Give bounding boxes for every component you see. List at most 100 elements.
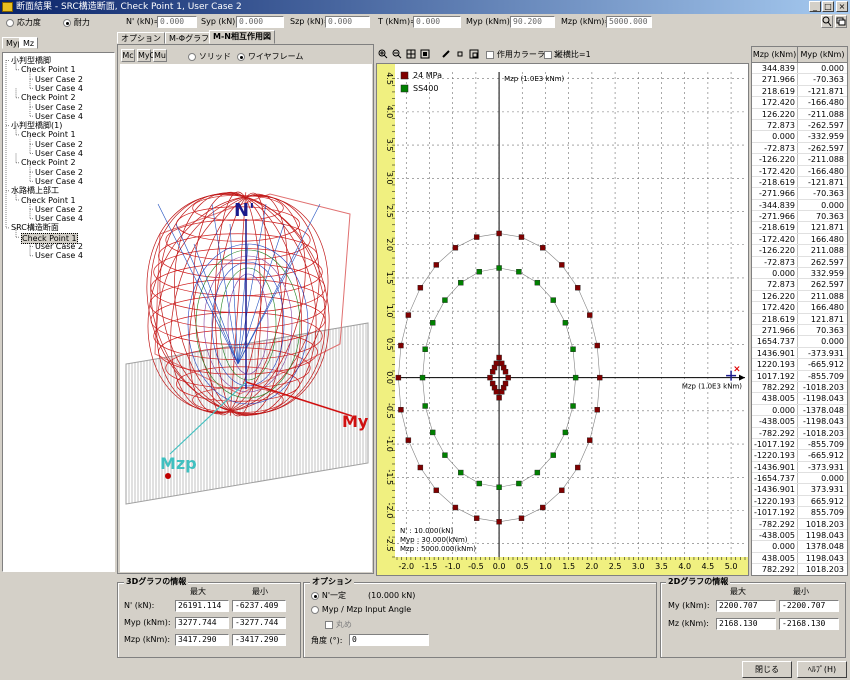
mn-interaction-chart[interactable]: -2.0 -1.5 -1.0 -0.5 0.0 0.5 1.0 1.5 2.0 2.5 3.0 3.5… bbox=[376, 63, 749, 576]
tree-item-section[interactable]: 小判型橋脚 bbox=[11, 56, 51, 65]
field-n[interactable]: 0.000 bbox=[157, 16, 197, 28]
square-icon[interactable] bbox=[455, 49, 465, 62]
values-table[interactable]: Mzp (kNm) Myp (kNm) 344.839 0.000 271.966-… bbox=[751, 46, 848, 576]
tree-item-usercase[interactable]: User Case 4 bbox=[35, 112, 83, 121]
table-row[interactable]: 72.873 262.597 bbox=[752, 279, 847, 291]
table-row[interactable]: 0.000 332.959 bbox=[752, 268, 847, 280]
zoom-out-icon[interactable] bbox=[392, 49, 402, 62]
close-window-button[interactable]: × bbox=[836, 1, 848, 12]
table-row[interactable]: -438.005 1198.043 bbox=[752, 530, 847, 542]
table-row[interactable]: 782.292 1018.203 bbox=[752, 564, 847, 575]
help-button[interactable]: ﾍﾙﾌﾟ(H) bbox=[797, 661, 847, 678]
table-row[interactable]: -1436.901 -373.931 bbox=[752, 461, 847, 474]
table-row[interactable]: -172.420 166.480 bbox=[752, 233, 847, 246]
tree-item-usercase[interactable]: User Case 4 bbox=[35, 177, 83, 186]
case-tree[interactable]: 小判型橋脚 Check Point 1 User Case 2 User Case 4… bbox=[2, 52, 115, 572]
field-t[interactable]: 0.000 bbox=[413, 16, 461, 28]
table-row[interactable]: -782.292 -1018.203 bbox=[752, 427, 847, 439]
check-aspect-ratio[interactable]: 縦横比=1 bbox=[544, 49, 591, 60]
table-row[interactable]: -271.966 70.363 bbox=[752, 211, 847, 223]
field-mzp[interactable]: 5000.000 bbox=[606, 16, 652, 28]
tree-item-usercase[interactable]: User Case 4 bbox=[35, 251, 83, 260]
tree-item-checkpoint[interactable]: Check Point 2 bbox=[21, 93, 76, 102]
maximize-button[interactable]: □ bbox=[822, 1, 834, 12]
table-row[interactable]: 782.292 -1018.203 bbox=[752, 381, 847, 394]
table-row[interactable]: 438.005 -1198.043 bbox=[752, 393, 847, 405]
copy-window-icon[interactable] bbox=[835, 15, 847, 28]
table-row[interactable]: -172.420 -166.480 bbox=[752, 165, 847, 177]
table-row[interactable]: 218.619 121.871 bbox=[752, 313, 847, 325]
radio-solid[interactable]: ソリッド bbox=[188, 51, 231, 62]
pen-icon[interactable] bbox=[441, 49, 451, 62]
close-button[interactable]: 閉じる bbox=[742, 661, 792, 678]
fit-icon[interactable] bbox=[406, 49, 416, 62]
table-row[interactable]: 1017.192 -855.709 bbox=[752, 370, 847, 382]
zoom-in-icon[interactable] bbox=[378, 49, 388, 62]
table-row[interactable]: 0.000 -1378.048 bbox=[752, 404, 847, 417]
frame-icon[interactable] bbox=[420, 49, 430, 62]
info2d-row-max[interactable]: 2168.130 bbox=[716, 618, 776, 630]
info3d-row-min[interactable]: -3277.744 bbox=[232, 617, 286, 629]
table-row[interactable]: 271.966 70.363 bbox=[752, 324, 847, 337]
table-row[interactable]: -126.220 -211.088 bbox=[752, 154, 847, 166]
tree-item-usercase[interactable]: User Case 2 bbox=[35, 103, 83, 112]
table-row[interactable]: -1436.901 373.931 bbox=[752, 484, 847, 496]
check-round[interactable]: 丸め bbox=[325, 619, 352, 630]
radio-input-angle[interactable]: Myp / Mzp Input Angle bbox=[311, 605, 411, 615]
table-row[interactable]: 1654.737 0.000 bbox=[752, 336, 847, 348]
tree-item-checkpoint[interactable]: Check Point 1 bbox=[21, 196, 76, 205]
table-row[interactable]: -1220.193 665.912 bbox=[752, 495, 847, 508]
table-row[interactable]: -1220.193 -665.912 bbox=[752, 450, 847, 462]
wireframe-3d-plot[interactable] bbox=[120, 64, 372, 572]
table-row[interactable]: 438.005 1198.043 bbox=[752, 552, 847, 565]
radio-n-const[interactable]: N'一定 bbox=[311, 590, 346, 601]
info3d-row-max[interactable]: 26191.114 bbox=[175, 600, 229, 612]
info2d-row-min[interactable]: -2200.707 bbox=[779, 600, 839, 612]
info3d-row-max[interactable]: 3417.290 bbox=[175, 634, 229, 646]
table-row[interactable]: 344.839 0.000 bbox=[752, 63, 847, 75]
tree-item-usercase[interactable]: User Case 4 bbox=[35, 149, 83, 158]
table-row[interactable]: 271.966 -70.363 bbox=[752, 74, 847, 86]
table-row[interactable]: -72.873 262.597 bbox=[752, 256, 847, 269]
table-row[interactable]: 0.000 -332.959 bbox=[752, 131, 847, 143]
table-row[interactable]: 0.000 1378.048 bbox=[752, 541, 847, 553]
tree-item-checkpoint[interactable]: Check Point 2 bbox=[21, 158, 76, 167]
tree-item-usercase[interactable]: User Case 2 bbox=[35, 140, 83, 149]
info2d-row-max[interactable]: 2200.707 bbox=[716, 600, 776, 612]
tab-mz[interactable]: Mz bbox=[19, 37, 39, 49]
table-row[interactable]: -1017.192 855.709 bbox=[752, 507, 847, 519]
table-row[interactable]: -218.619 121.871 bbox=[752, 222, 847, 234]
info3d-row-min[interactable]: -6237.409 bbox=[232, 600, 286, 612]
tree-item-checkpoint[interactable]: Check Point 1 bbox=[21, 65, 76, 74]
search-icon[interactable] bbox=[821, 15, 833, 28]
table-row[interactable]: 1436.901 -373.931 bbox=[752, 347, 847, 360]
tab-options[interactable]: オプション bbox=[117, 32, 165, 44]
table-row[interactable]: -218.619 -121.871 bbox=[752, 176, 847, 189]
table-row[interactable]: -438.005 -1198.043 bbox=[752, 416, 847, 428]
table-row[interactable]: -271.966 -70.363 bbox=[752, 188, 847, 200]
table-row[interactable]: -344.839 0.000 bbox=[752, 199, 847, 212]
table-row[interactable]: 1220.193 -665.912 bbox=[752, 359, 847, 371]
table-row[interactable]: 172.420 166.480 bbox=[752, 302, 847, 314]
tab-m-n-interaction[interactable]: M-N相互作用図 bbox=[209, 30, 275, 44]
tree-item-usercase[interactable]: User Case 2 bbox=[35, 242, 83, 251]
tab-m-phi-graph[interactable]: M-Φグラフ bbox=[165, 32, 214, 44]
view3d-canvas[interactable]: N' My Mzp bbox=[120, 64, 372, 572]
radio-wireframe[interactable]: ワイヤフレーム bbox=[237, 51, 303, 62]
info3d-row-min[interactable]: -3417.290 bbox=[232, 634, 286, 646]
mc-button[interactable]: Mc bbox=[121, 49, 135, 62]
field-szp[interactable]: 0.000 bbox=[325, 16, 370, 28]
tree-item-usercase[interactable]: User Case 2 bbox=[35, 205, 83, 214]
info3d-row-max[interactable]: 3277.744 bbox=[175, 617, 229, 629]
field-myp[interactable]: 90.200 bbox=[510, 16, 555, 28]
tree-item-section[interactable]: SRC構造断面 bbox=[11, 223, 59, 232]
tree-item-section[interactable]: 水路橋上部工 bbox=[11, 186, 59, 195]
table-row[interactable]: -782.292 1018.203 bbox=[752, 518, 847, 531]
table-row[interactable]: 126.220 211.088 bbox=[752, 290, 847, 303]
table-row[interactable]: 218.619 -121.871 bbox=[752, 85, 847, 98]
tree-item-usercase[interactable]: User Case 2 bbox=[35, 75, 83, 84]
tree-item-usercase[interactable]: User Case 2 bbox=[35, 168, 83, 177]
mu-button[interactable]: Mu bbox=[153, 49, 167, 62]
table-row[interactable]: -1654.737 0.000 bbox=[752, 473, 847, 485]
radio-stress[interactable]: 応力度 bbox=[6, 17, 41, 28]
